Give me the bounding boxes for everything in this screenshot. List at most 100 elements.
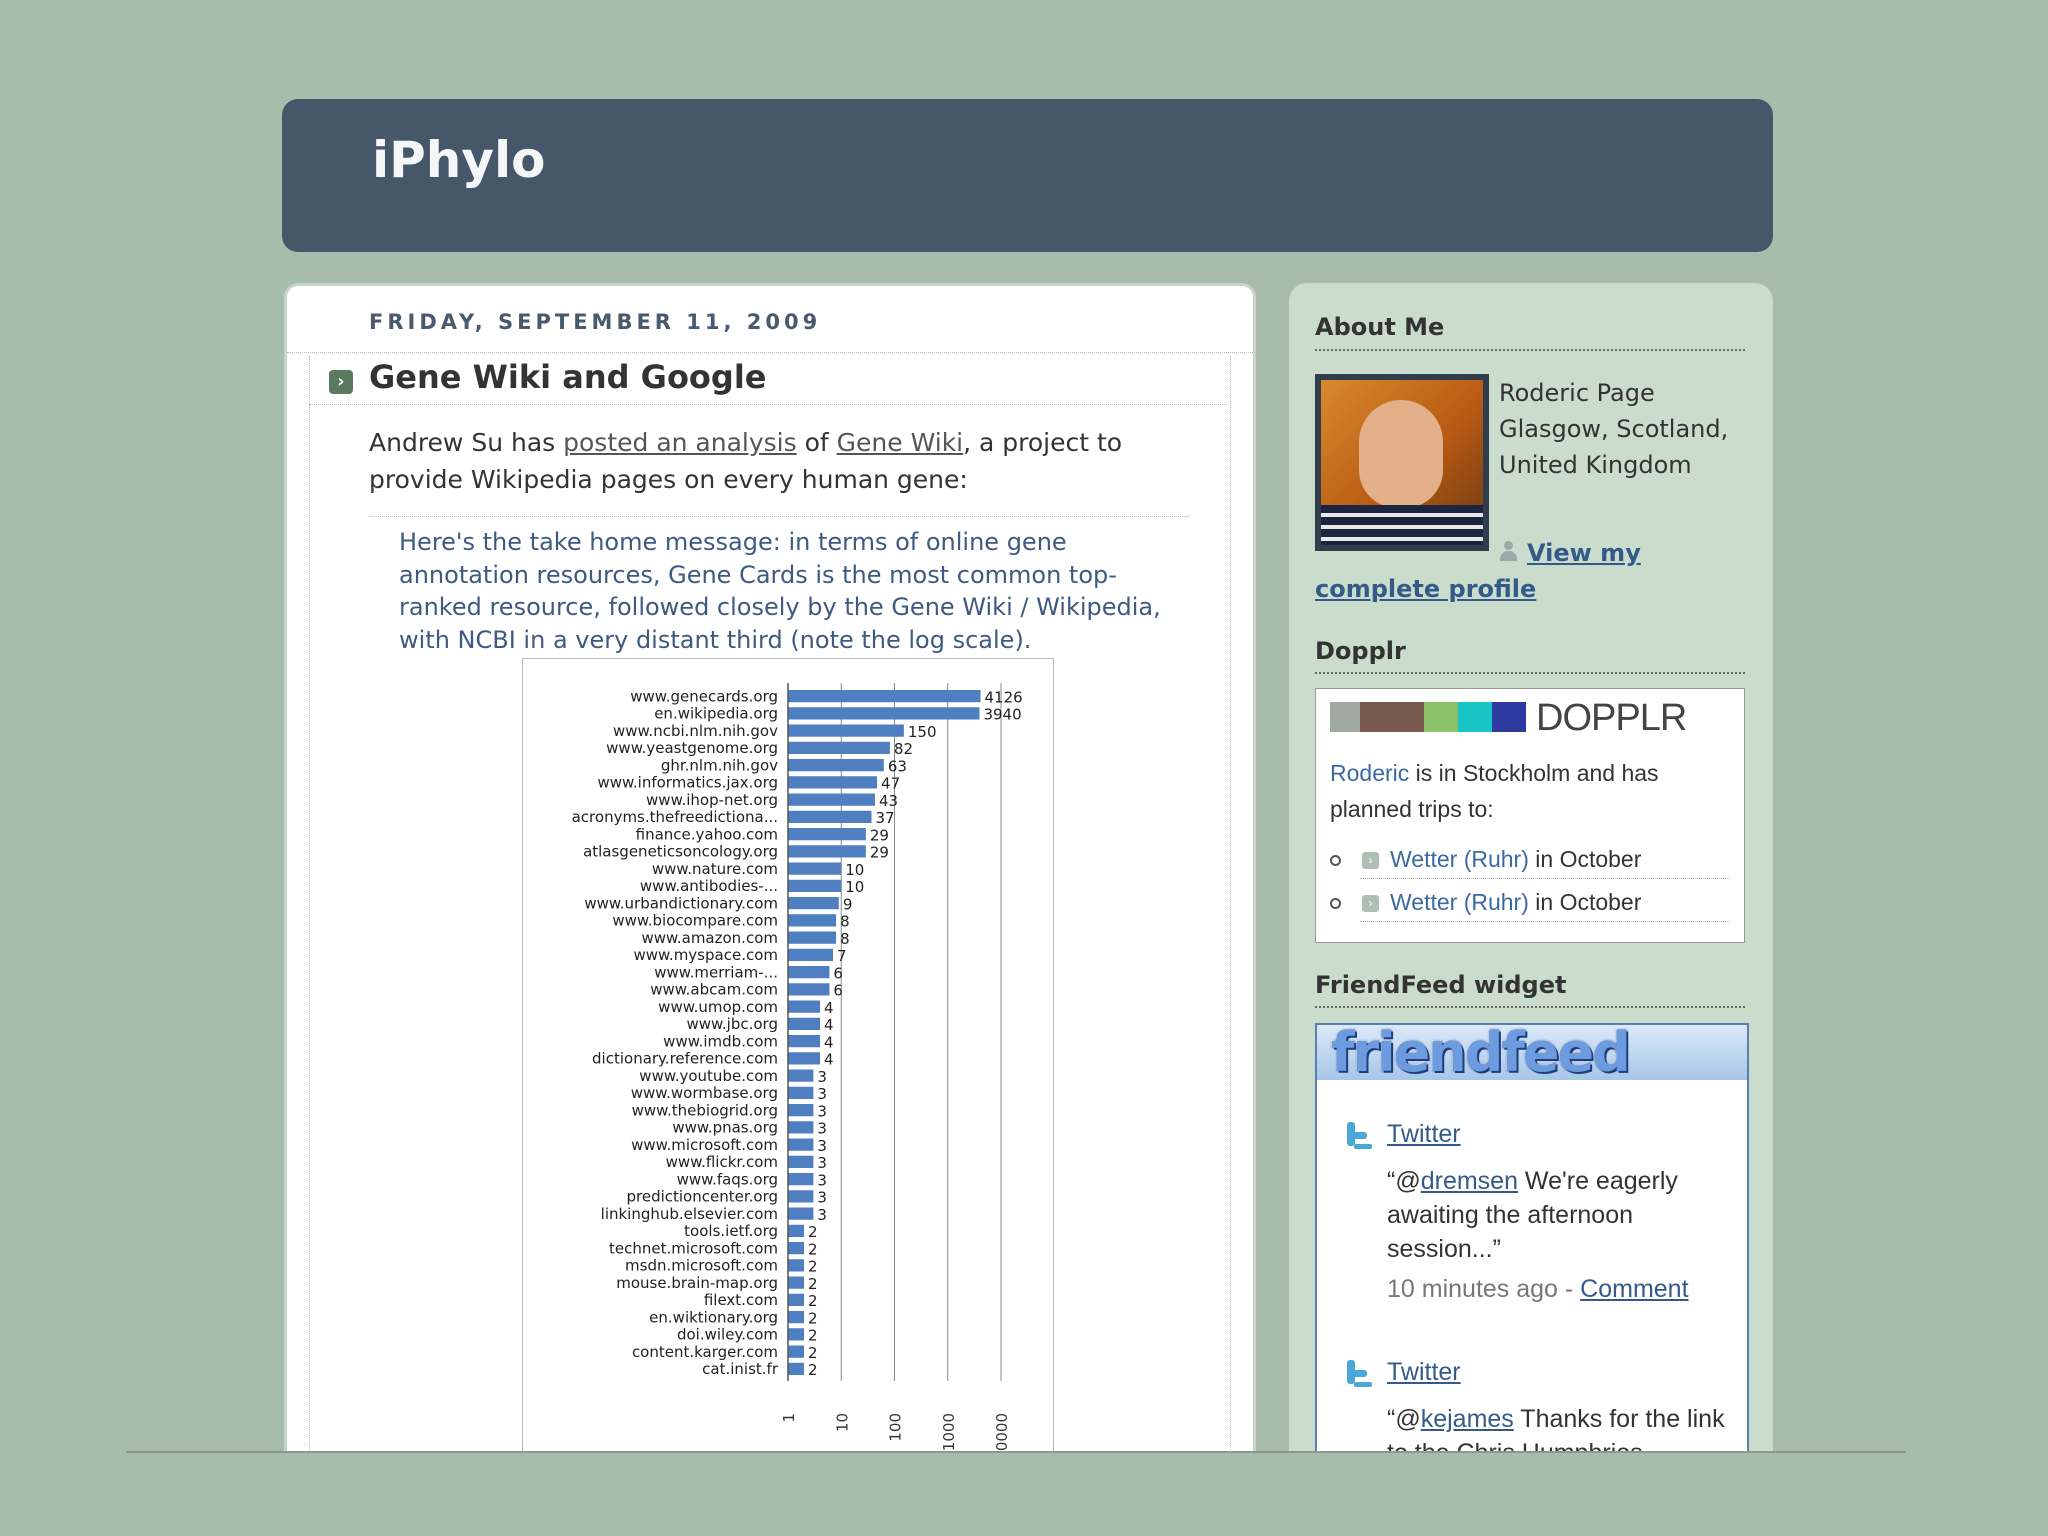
category-label: en.wiktionary.org <box>649 1308 778 1326</box>
about-heading: About Me <box>1315 313 1445 341</box>
category-label: www.antibodies-... <box>640 877 778 895</box>
bar <box>788 793 875 806</box>
category-label: www.informatics.jax.org <box>597 774 778 792</box>
main-column: FRIDAY, SEPTEMBER 11, 2009 › Gene Wiki a… <box>284 283 1256 1451</box>
bar <box>788 1017 821 1030</box>
profile-link-wrap: View my complete profile <box>1315 535 1745 607</box>
trip-item: › Wetter (Ruhr) in October <box>1330 882 1730 922</box>
category-label: www.abcam.com <box>650 981 778 999</box>
view-profile-link[interactable]: View my complete profile <box>1315 539 1641 603</box>
data-label: 3 <box>817 1189 827 1207</box>
divider <box>287 352 1253 353</box>
feed-service-link[interactable]: Twitter <box>1387 1120 1461 1149</box>
feed-item: Twitter “@kejames Thanks for the link to… <box>1343 1358 1733 1451</box>
data-label: 4 <box>824 999 834 1017</box>
dopplr-color-bar <box>1424 702 1458 732</box>
x-tick-label: 10 <box>833 1413 851 1432</box>
dopplr-widget: DOPPLR Roderic is in Stockholm and has p… <box>1315 688 1745 943</box>
bar <box>788 862 842 875</box>
data-label: 2 <box>808 1361 818 1379</box>
feed-meta: 10 minutes ago - Comment <box>1387 1275 1689 1304</box>
dopplr-heading: Dopplr <box>1315 637 1406 665</box>
bar <box>788 724 904 737</box>
divider <box>1315 672 1745 674</box>
bar <box>788 983 830 996</box>
divider <box>1360 878 1730 879</box>
category-label: msdn.microsoft.com <box>625 1257 778 1275</box>
photo-head <box>1359 400 1443 508</box>
analysis-link[interactable]: posted an analysis <box>563 428 797 457</box>
bar <box>788 1224 805 1237</box>
bar <box>788 897 839 910</box>
category-label: www.urbandictionary.com <box>584 894 778 912</box>
bar <box>788 1242 805 1255</box>
category-label: www.flickr.com <box>666 1153 778 1171</box>
category-label: www.umop.com <box>658 998 778 1016</box>
bar <box>788 879 842 892</box>
data-label: 3 <box>817 1171 827 1189</box>
bar <box>788 690 981 703</box>
data-label: 10 <box>845 878 864 896</box>
quote-open: “@ <box>1387 1405 1421 1433</box>
category-label: www.genecards.org <box>630 687 778 705</box>
data-label: 2 <box>808 1327 818 1345</box>
data-label: 3 <box>817 1085 827 1103</box>
data-label: 2 <box>808 1275 818 1293</box>
category-label: dictionary.reference.com <box>592 1050 778 1068</box>
friendfeed-widget: friendfeed Twitter “@dremsen We're eager… <box>1315 1023 1749 1453</box>
bar <box>788 1138 814 1151</box>
category-label: www.nature.com <box>652 860 778 878</box>
trip-place-link[interactable]: Wetter (Ruhr) <box>1390 846 1529 872</box>
bar <box>788 1052 821 1065</box>
post-title[interactable]: Gene Wiki and Google <box>369 358 766 396</box>
bar <box>788 741 890 754</box>
trip-place-link[interactable]: Wetter (Ruhr) <box>1390 889 1529 915</box>
friendfeed-banner: friendfeed <box>1317 1025 1747 1084</box>
friendfeed-logo[interactable]: friendfeed <box>1331 1025 1631 1084</box>
bar <box>788 707 980 720</box>
comment-link[interactable]: Comment <box>1580 1275 1688 1303</box>
data-label: 4126 <box>985 688 1023 706</box>
blog-title[interactable]: iPhylo <box>372 131 545 189</box>
data-label: 2 <box>808 1223 818 1241</box>
post-date: FRIDAY, SEPTEMBER 11, 2009 <box>369 310 822 334</box>
trip-when: in October <box>1528 889 1642 915</box>
data-label: 29 <box>870 826 889 844</box>
feed-service-link[interactable]: Twitter <box>1387 1358 1461 1387</box>
bar <box>788 828 866 841</box>
post-intro: Andrew Su has posted an analysis of Gene… <box>369 424 1189 498</box>
bar <box>788 810 872 823</box>
arrow-icon: › <box>1362 895 1379 912</box>
category-label: acronyms.thefreedictiona... <box>572 808 778 826</box>
mention-link[interactable]: kejames <box>1421 1405 1514 1433</box>
category-label: www.microsoft.com <box>631 1136 778 1154</box>
bar <box>788 1155 814 1168</box>
bullet-icon <box>1330 855 1341 866</box>
category-label: en.wikipedia.org <box>654 705 778 723</box>
data-label: 3 <box>817 1137 827 1155</box>
gene-wiki-link[interactable]: Gene Wiki <box>837 428 963 457</box>
divider <box>309 404 1227 405</box>
category-label: www.faqs.org <box>677 1170 778 1188</box>
data-label: 47 <box>881 775 900 793</box>
dopplr-user-link[interactable]: Roderic <box>1330 760 1409 786</box>
bar <box>788 1259 805 1272</box>
data-label: 2 <box>808 1292 818 1310</box>
bullet-icon <box>1330 898 1341 909</box>
mention-link[interactable]: dremsen <box>1421 1167 1518 1195</box>
blog-header: iPhylo <box>282 99 1773 252</box>
data-label: 2 <box>808 1258 818 1276</box>
avatar[interactable] <box>1315 374 1489 551</box>
feed-quote: “@dremsen We're eagerly awaiting the aft… <box>1387 1164 1727 1266</box>
category-label: www.imdb.com <box>663 1032 778 1050</box>
dopplr-logo[interactable]: DOPPLR <box>1536 697 1687 740</box>
profile-info: Roderic Page Glasgow, Scotland, United K… <box>1499 375 1729 483</box>
category-label: tools.ietf.org <box>684 1222 778 1240</box>
data-label: 6 <box>833 964 843 982</box>
category-label: cat.inist.fr <box>702 1360 779 1378</box>
category-label: www.merriam-... <box>654 963 778 981</box>
divider <box>1360 921 1730 922</box>
divider <box>369 516 1189 517</box>
divider <box>1315 349 1745 351</box>
category-label: predictioncenter.org <box>626 1188 778 1206</box>
